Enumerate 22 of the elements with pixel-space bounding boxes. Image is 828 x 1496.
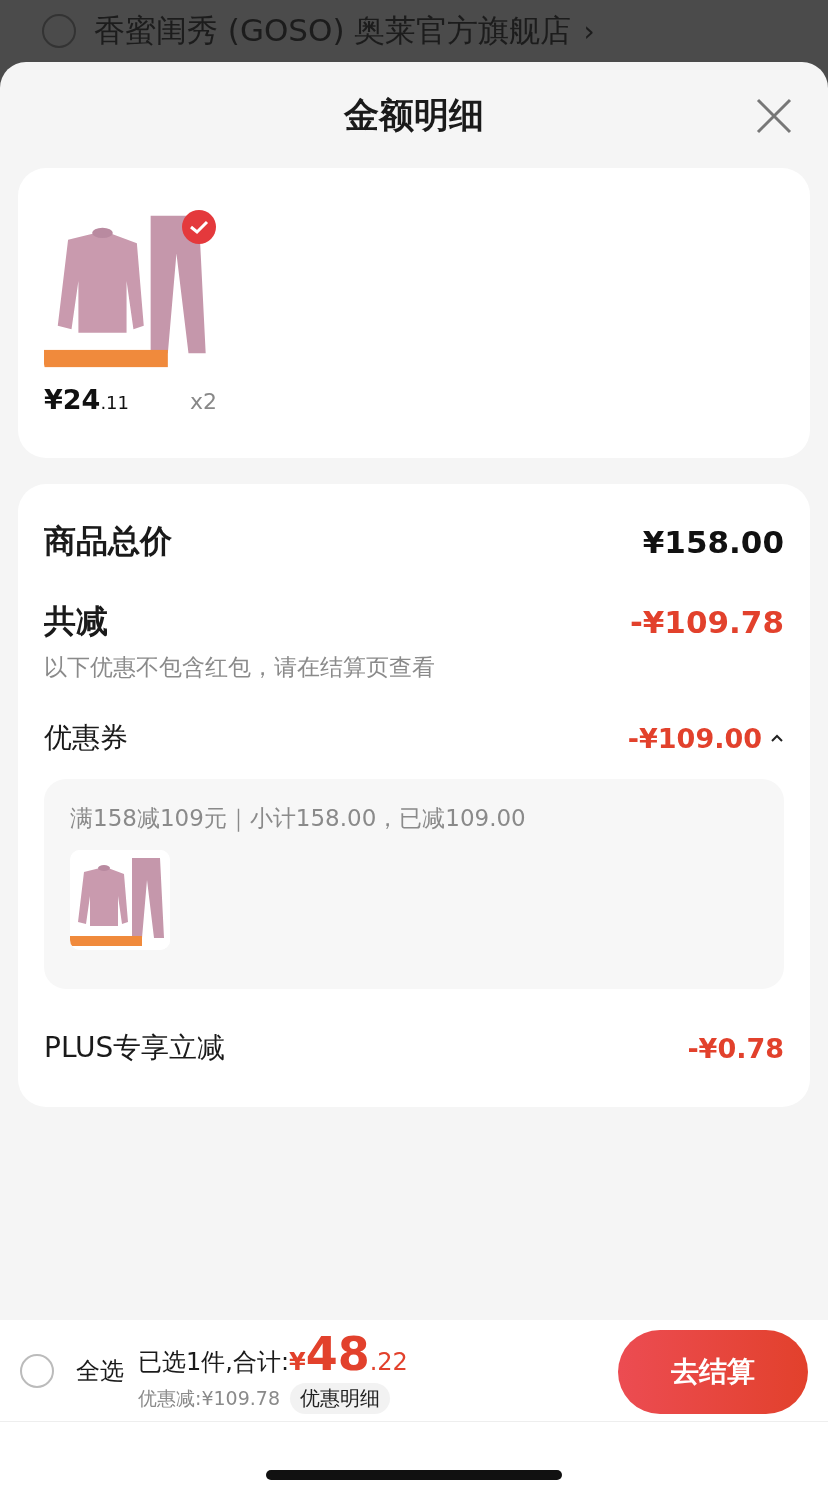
chevron-text: › [583,14,595,48]
radio-button[interactable] [42,14,76,48]
row-amount: ¥158.00 [642,524,784,560]
row-label: 优惠券 [44,720,128,756]
coupon-detail-text: 满158减109元｜小计158.00，已减109.00 [70,804,527,834]
item-quantity: x2 [189,389,217,414]
row-amount: -¥109.00 [627,722,762,754]
row-amount: -¥109.78 [629,604,784,640]
savings-text: 优惠减:¥109.78 [138,1385,280,1411]
checkout-button[interactable]: 去结算 [618,1329,808,1414]
sheet-title: 金额明细 [344,93,484,137]
row-amount: -¥0.78 [687,1032,784,1064]
item-price: ¥24.11 [44,384,129,415]
total-amount: ¥48.22 [289,1327,408,1381]
row-label: 共减 [44,601,108,642]
note-text: 以下优惠不包含红包，请在结算页查看 [44,653,436,682]
discount-details-link[interactable]: 优惠明细 [290,1383,390,1414]
row-label: PLUS专享立减 [44,1030,226,1066]
close-button[interactable] [754,96,794,136]
selected-count-text: 已选1件,合计: [138,1347,289,1378]
row-label: 商品总价 [44,521,172,562]
select-all-button[interactable]: 全选 [20,1353,124,1388]
